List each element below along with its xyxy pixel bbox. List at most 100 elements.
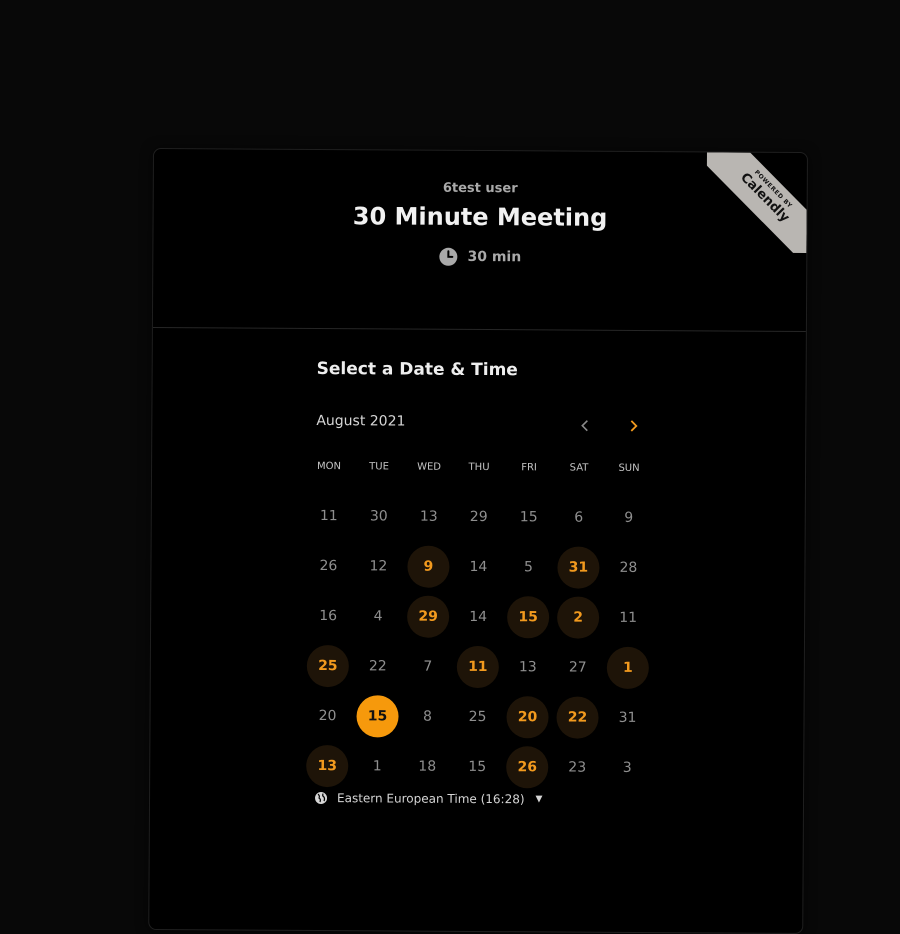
- day-number: 7: [423, 658, 433, 675]
- unavailable-day: 25: [452, 692, 502, 742]
- unavailable-day: 8: [402, 692, 452, 742]
- day-number: 2: [557, 596, 600, 639]
- unavailable-day: 9: [604, 493, 654, 543]
- available-day-button[interactable]: 1: [603, 643, 653, 693]
- unavailable-day: 28: [603, 543, 653, 593]
- unavailable-day: 5: [503, 542, 553, 592]
- weekday-label: MON: [317, 461, 342, 473]
- unavailable-day: 15: [504, 492, 554, 542]
- day-number: 1: [372, 758, 382, 775]
- chevron-left-icon: [581, 420, 588, 432]
- next-month-button[interactable]: [620, 413, 646, 439]
- calendar-week-row: 20 15 8 25 20 22 31: [302, 691, 652, 743]
- day-number: 20: [318, 708, 337, 725]
- calendar-week-row: 13 1 18 15 26 23 3: [302, 741, 652, 793]
- day-number: 22: [368, 658, 387, 675]
- day-number: 29: [407, 595, 450, 638]
- unavailable-day: 11: [304, 491, 354, 541]
- unavailable-day: 18: [402, 742, 452, 792]
- available-day-button[interactable]: 31: [553, 542, 603, 592]
- powered-by-calendly-badge[interactable]: POWERED BY Calendly: [706, 152, 807, 253]
- day-number: 25: [306, 644, 349, 688]
- unavailable-day: 12: [353, 541, 403, 591]
- weekday-header: MON TUE WED THU FRI SAT SUN: [304, 457, 654, 479]
- available-day-button[interactable]: 20: [502, 692, 552, 742]
- unavailable-day: 26: [303, 541, 353, 591]
- unavailable-day: 16: [303, 591, 353, 641]
- selected-day-button[interactable]: 15: [352, 691, 402, 741]
- day-number: 5: [523, 559, 533, 576]
- unavailable-day: 31: [602, 693, 652, 743]
- day-number: 16: [319, 608, 338, 625]
- day-number: 15: [468, 758, 487, 776]
- day-number: 25: [468, 708, 487, 726]
- unavailable-day: 23: [552, 742, 602, 792]
- day-number: 4: [373, 608, 383, 625]
- section-heading: Select a Date & Time: [316, 359, 518, 381]
- day-number: 11: [456, 645, 499, 689]
- timezone-label: Eastern European Time (16:28): [336, 791, 525, 807]
- day-number: 15: [519, 509, 538, 526]
- unavailable-day: 15: [452, 742, 502, 792]
- day-number: 12: [369, 558, 388, 575]
- unavailable-day: 30: [354, 491, 404, 541]
- available-day-button[interactable]: 25: [303, 641, 353, 691]
- day-number: 15: [507, 596, 550, 639]
- unavailable-day: 6: [554, 492, 604, 542]
- day-number: 31: [557, 546, 600, 589]
- day-number: 9: [624, 509, 634, 526]
- unavailable-day: 13: [503, 642, 553, 692]
- day-number: 11: [619, 609, 638, 626]
- globe-icon: [315, 792, 328, 805]
- previous-month-button[interactable]: [572, 413, 598, 439]
- day-number: 22: [556, 696, 599, 739]
- unavailable-day: 13: [404, 492, 454, 542]
- duration-label: 30 min: [467, 248, 522, 266]
- ribbon: POWERED BY Calendly: [706, 152, 807, 253]
- day-number: 11: [319, 508, 338, 525]
- booking-card: POWERED BY Calendly 6test user 30 Minute…: [148, 147, 808, 934]
- unavailable-day: 1: [352, 741, 402, 791]
- calendar-week-row: 16 4 29 14 15 2 11: [303, 591, 653, 643]
- day-number: 30: [369, 508, 388, 525]
- available-day-button[interactable]: 22: [552, 692, 602, 742]
- calendar-grid: MON TUE WED THU FRI SAT SUN 11 30 13 29 15 6 9 26 12 9 1…: [302, 457, 654, 793]
- available-day-button[interactable]: 9: [403, 542, 453, 592]
- day-number: 26: [506, 746, 549, 789]
- day-number: 13: [306, 744, 349, 788]
- day-number: 18: [418, 758, 437, 775]
- available-day-button[interactable]: 11: [453, 642, 503, 692]
- calendar-week-row: 26 12 9 14 5 31 28: [303, 541, 653, 593]
- unavailable-day: 29: [454, 492, 504, 542]
- unavailable-day: 22: [353, 641, 403, 691]
- event-duration: 30 min: [438, 247, 521, 268]
- available-day-button[interactable]: 26: [502, 742, 552, 792]
- day-number: 23: [568, 759, 587, 776]
- day-number: 14: [469, 608, 488, 626]
- available-day-button[interactable]: 13: [302, 741, 352, 791]
- day-number: 14: [469, 558, 488, 576]
- day-number: 26: [319, 558, 338, 575]
- weekday-label: THU: [468, 461, 490, 474]
- day-number: 20: [506, 696, 549, 739]
- unavailable-day: 14: [453, 542, 503, 592]
- weekday-label: WED: [417, 461, 442, 473]
- day-number: 9: [407, 545, 450, 588]
- available-day-button[interactable]: 15: [503, 592, 553, 642]
- day-number: 1: [606, 646, 649, 690]
- weekday-label: SAT: [569, 462, 589, 474]
- unavailable-day: 7: [403, 642, 453, 692]
- available-day-button[interactable]: 2: [553, 592, 603, 642]
- day-number: 28: [619, 559, 638, 576]
- clock-icon: [438, 247, 458, 267]
- unavailable-day: 3: [602, 743, 652, 793]
- unavailable-day: 27: [553, 642, 603, 692]
- weekday-label: FRI: [521, 462, 537, 474]
- weekday-label: SUN: [618, 462, 640, 474]
- unavailable-day: 11: [603, 593, 653, 643]
- day-number: 3: [622, 759, 632, 776]
- weekday-label: TUE: [369, 461, 389, 473]
- day-number: 29: [469, 508, 488, 526]
- available-day-button[interactable]: 29: [403, 592, 453, 642]
- timezone-selector[interactable]: Eastern European Time (16:28) ▼: [314, 791, 543, 806]
